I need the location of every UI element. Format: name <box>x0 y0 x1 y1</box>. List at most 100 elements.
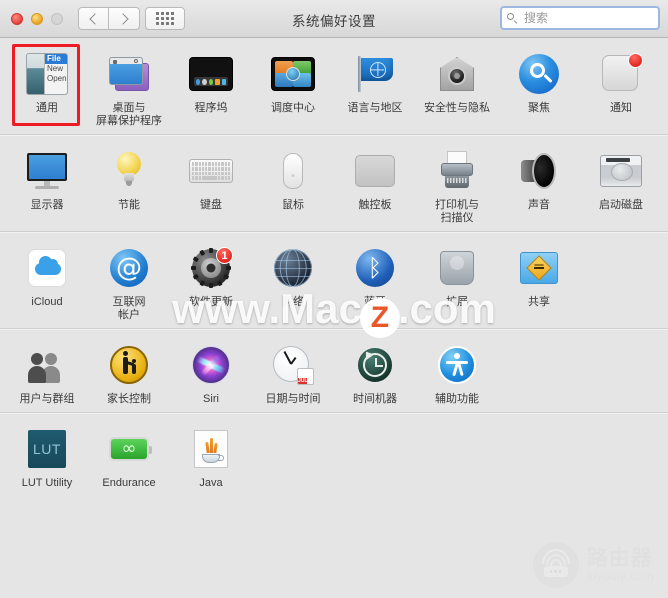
pane-lut-utility[interactable]: LUT LUT Utility <box>6 421 88 490</box>
pane-label: 安全性与隐私 <box>424 102 490 114</box>
window-titlebar: 系统偏好设置 <box>0 0 668 38</box>
pane-sharing[interactable]: 共享 <box>498 240 580 322</box>
general-menu-title: File <box>45 54 67 64</box>
pane-bluetooth[interactable]: ᛒ 蓝牙 <box>334 240 416 322</box>
pane-general[interactable]: File New Open 通用 <box>6 44 88 128</box>
lut-utility-icon: LUT <box>23 425 71 473</box>
sound-icon <box>515 147 563 195</box>
pane-network[interactable]: 网络 <box>252 240 334 322</box>
pane-spotlight[interactable]: 聚焦 <box>498 46 580 128</box>
pane-label: 打印机与 扫描仪 <box>435 199 479 224</box>
siri-icon <box>187 341 235 389</box>
pane-label: 用户与群组 <box>19 393 75 405</box>
sharing-icon <box>515 244 563 292</box>
pane-mouse[interactable]: 鼠标 <box>252 143 334 225</box>
section-third-party: LUT LUT Utility ∞ Endurance Java <box>0 413 668 496</box>
pane-startup-disk[interactable]: 启动磁盘 <box>580 143 662 225</box>
pane-row: 显示器 节能 键盘 鼠标 触控板 打印机与 扫描仪 声音 启动磁盘 <box>0 143 668 225</box>
parental-controls-icon <box>105 341 153 389</box>
section-system: 用户与群组 家长控制 Siri JUL 日期与时间 时间机器 辅助功能 <box>0 329 668 413</box>
pane-label: 辅助功能 <box>435 393 479 405</box>
pane-keyboard[interactable]: 键盘 <box>170 143 252 225</box>
pane-label: 节能 <box>118 199 140 211</box>
pane-java[interactable]: Java <box>170 421 252 490</box>
pane-label: 通用 <box>36 102 58 114</box>
pane-language-region[interactable]: 语言与地区 <box>334 46 416 128</box>
pane-label: 扩展 <box>446 296 468 308</box>
pane-date-time[interactable]: JUL 18 日期与时间 <box>252 337 334 406</box>
general-menu-item-new: New <box>47 64 64 73</box>
pane-row: LUT LUT Utility ∞ Endurance Java <box>0 421 668 490</box>
pane-label: 网络 <box>282 296 304 308</box>
pane-internet-accounts[interactable]: @ 互联网 帐户 <box>88 240 170 322</box>
users-groups-icon <box>23 341 71 389</box>
pane-extensions[interactable]: 扩展 <box>416 240 498 322</box>
energy-saver-icon <box>105 147 153 195</box>
pane-label: 通知 <box>610 102 632 114</box>
pane-label: iCloud <box>31 296 63 308</box>
pane-endurance[interactable]: ∞ Endurance <box>88 421 170 490</box>
pane-dock[interactable]: 程序坞 <box>170 46 252 128</box>
section-internet-wireless: iCloud @ 互联网 帐户 1 软件更新 网络 ᛒ 蓝牙 扩展 共享 <box>0 232 668 329</box>
pane-time-machine[interactable]: 时间机器 <box>334 337 416 406</box>
network-icon <box>269 244 317 292</box>
icloud-icon <box>23 244 71 292</box>
pane-label: 桌面与 屏幕保护程序 <box>96 102 162 127</box>
pane-label: 触控板 <box>358 199 392 211</box>
printers-scanners-icon <box>433 147 481 195</box>
general-icon: File New Open <box>23 50 71 98</box>
pane-label: 软件更新 <box>189 296 233 308</box>
pane-label: 键盘 <box>200 199 222 211</box>
pane-row: File New Open 通用 桌面与 屏幕保护程序 程序坞 调度中心 语言与… <box>0 44 668 128</box>
date-time-icon: JUL 18 <box>269 341 317 389</box>
pane-row: iCloud @ 互联网 帐户 1 软件更新 网络 ᛒ 蓝牙 扩展 共享 <box>0 240 668 322</box>
language-region-icon <box>351 50 399 98</box>
pane-accessibility[interactable]: 辅助功能 <box>416 337 498 406</box>
pane-label: 蓝牙 <box>364 296 386 308</box>
pane-users-groups[interactable]: 用户与群组 <box>6 337 88 406</box>
pane-siri[interactable]: Siri <box>170 337 252 406</box>
accessibility-icon <box>433 341 481 389</box>
pane-security-privacy[interactable]: 安全性与隐私 <box>416 46 498 128</box>
pane-label: LUT Utility <box>21 477 73 489</box>
search-input[interactable] <box>522 10 653 26</box>
section-hardware: 显示器 节能 键盘 鼠标 触控板 打印机与 扫描仪 声音 启动磁盘 <box>0 135 668 232</box>
pane-software-update[interactable]: 1 软件更新 <box>170 240 252 322</box>
pane-label: 日期与时间 <box>265 393 321 405</box>
search-field-wrapper[interactable] <box>500 6 660 30</box>
pane-label: 互联网 帐户 <box>112 296 146 321</box>
calendar-month: JUL <box>298 378 308 384</box>
mission-control-icon <box>269 50 317 98</box>
pane-label: 语言与地区 <box>347 102 403 114</box>
pane-mission-control[interactable]: 调度中心 <box>252 46 334 128</box>
java-icon <box>187 425 235 473</box>
pane-displays[interactable]: 显示器 <box>6 143 88 225</box>
pane-label: 家长控制 <box>107 393 151 405</box>
software-update-icon: 1 <box>187 244 235 292</box>
pane-parental-controls[interactable]: 家长控制 <box>88 337 170 406</box>
time-machine-icon <box>351 341 399 389</box>
pane-label: Siri <box>203 393 219 405</box>
pane-energy-saver[interactable]: 节能 <box>88 143 170 225</box>
pane-label: 显示器 <box>30 199 64 211</box>
preference-panes-grid: File New Open 通用 桌面与 屏幕保护程序 程序坞 调度中心 语言与… <box>0 38 668 598</box>
pane-label: 共享 <box>528 296 550 308</box>
pane-notifications[interactable]: 通知 <box>580 46 662 128</box>
desktop-screensaver-icon <box>105 50 153 98</box>
extensions-icon <box>433 244 481 292</box>
pane-sound[interactable]: 声音 <box>498 143 580 225</box>
spotlight-icon <box>515 50 563 98</box>
pane-row: 用户与群组 家长控制 Siri JUL 日期与时间 时间机器 辅助功能 <box>0 337 668 406</box>
at-glyph: @ <box>110 249 148 287</box>
pane-desktop-screensaver[interactable]: 桌面与 屏幕保护程序 <box>88 46 170 128</box>
trackpad-icon <box>351 147 399 195</box>
displays-icon <box>23 147 71 195</box>
notification-badge <box>628 53 643 68</box>
bluetooth-glyph: ᛒ <box>356 249 394 287</box>
pane-label: 鼠标 <box>282 199 304 211</box>
pane-icloud[interactable]: iCloud <box>6 240 88 322</box>
mouse-icon <box>269 147 317 195</box>
pane-label: 调度中心 <box>271 102 315 114</box>
pane-printers-scanners[interactable]: 打印机与 扫描仪 <box>416 143 498 225</box>
pane-trackpad[interactable]: 触控板 <box>334 143 416 225</box>
